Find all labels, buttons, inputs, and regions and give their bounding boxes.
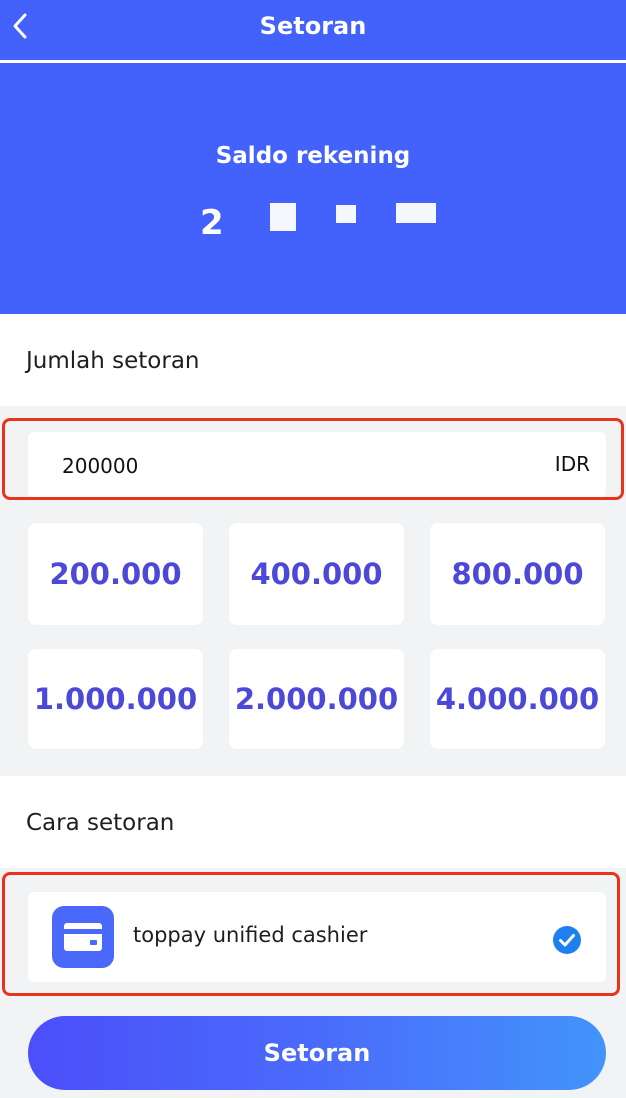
section-title-method: Cara setoran — [26, 810, 175, 836]
card-icon — [52, 906, 114, 968]
preset-amount-button[interactable]: 2.000.000 — [229, 649, 404, 749]
preset-amount-button[interactable]: 400.000 — [229, 523, 404, 625]
balance-amount: 2 — [200, 199, 440, 239]
redaction-block — [396, 203, 436, 223]
section-title-amount: Jumlah setoran — [26, 348, 200, 374]
amount-input[interactable] — [60, 446, 494, 486]
currency-label: IDR — [554, 452, 590, 476]
app-header: Setoran — [0, 0, 626, 62]
checkmark-icon — [552, 925, 582, 955]
preset-amount-button[interactable]: 200.000 — [28, 523, 203, 625]
deposit-amount-header: Jumlah setoran — [0, 314, 626, 406]
balance-panel: Saldo rekening 2 — [0, 63, 626, 314]
preset-amount-button[interactable]: 1.000.000 — [28, 649, 203, 749]
preset-amount-button[interactable]: 800.000 — [430, 523, 605, 625]
balance-label: Saldo rekening — [215, 143, 411, 169]
preset-amount-button[interactable]: 4.000.000 — [430, 649, 605, 749]
redaction-block — [336, 205, 356, 223]
redaction-block — [270, 203, 296, 231]
deposit-method-header: Cara setoran — [0, 776, 626, 868]
page-title: Setoran — [259, 12, 367, 40]
payment-method-option[interactable]: toppay unified cashier — [28, 892, 606, 982]
balance-amount-text: 2 — [200, 203, 328, 239]
payment-method-label: toppay unified cashier — [133, 923, 368, 947]
deposit-submit-button[interactable]: Setoran — [28, 1016, 606, 1090]
amount-field[interactable]: IDR — [28, 432, 606, 498]
